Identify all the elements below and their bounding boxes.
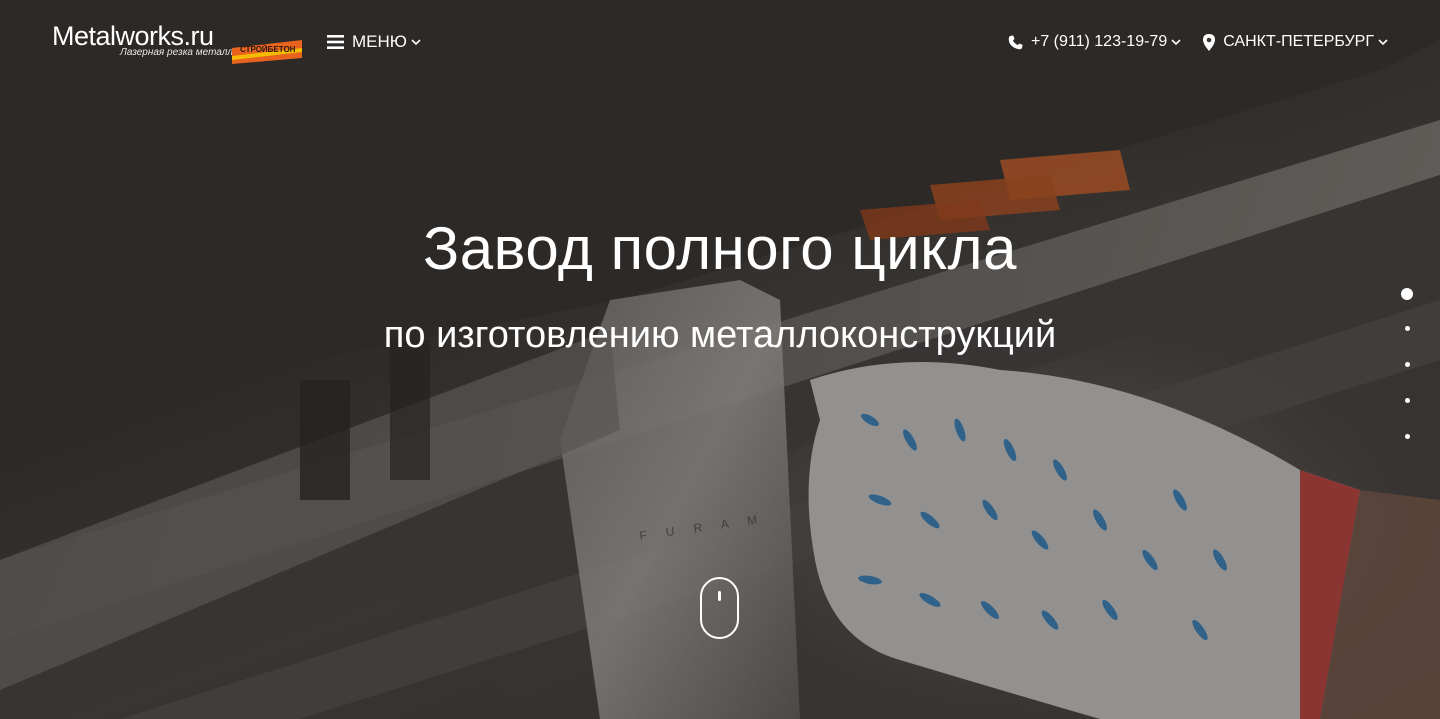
chevron-down-icon [1378, 39, 1388, 46]
chevron-down-icon [411, 39, 421, 46]
logo-badge-image: СТРОЙБЕТОН [232, 40, 302, 64]
menu-label: МЕНЮ [352, 32, 407, 51]
bars-icon [327, 35, 344, 49]
slider-dot-4[interactable] [1404, 398, 1410, 403]
phone-icon [1008, 34, 1023, 49]
hero-title: Завод полного цикла [423, 215, 1017, 282]
scroll-wheel [718, 591, 721, 601]
phone-number: +7 (911) 123-19-79 [1030, 33, 1168, 50]
chevron-down-icon [1171, 39, 1181, 46]
slider-dot-2[interactable] [1404, 326, 1410, 331]
slider-dot-5[interactable] [1404, 434, 1410, 439]
site-header: Metalworks.ru Лазерная резка металла СТР… [0, 0, 1440, 84]
slider-dot-1[interactable] [1401, 288, 1413, 300]
slider-pagination [1400, 288, 1414, 470]
city-name: САНКТ-ПЕТЕРБУРГ [1223, 33, 1374, 50]
logo-tagline: Лазерная резка металла [120, 47, 239, 58]
header-contacts: +7 (911) 123-19-79 САНКТ-ПЕТЕРБУРГ [1008, 30, 1388, 54]
slider-dot-3[interactable] [1404, 362, 1410, 367]
hero-slider: F U R A M Metalworks.ru Лазерная резка м… [0, 0, 1440, 719]
hero-subtitle: по изготовлению металлоконструкций [383, 314, 1057, 356]
logo-link[interactable]: Metalworks.ru Лазерная резка металла СТР… [52, 20, 302, 66]
svg-text:F U R A M: F U R A M [638, 511, 765, 542]
map-marker-icon [1203, 33, 1216, 51]
menu-toggle-button[interactable]: МЕНЮ [327, 30, 421, 54]
logo-badge-text: СТРОЙБЕТОН [240, 45, 296, 54]
phone-dropdown[interactable]: +7 (911) 123-19-79 [1008, 33, 1181, 51]
city-dropdown[interactable]: САНКТ-ПЕТЕРБУРГ [1203, 33, 1388, 51]
mouse-scroll-icon[interactable] [700, 577, 739, 639]
